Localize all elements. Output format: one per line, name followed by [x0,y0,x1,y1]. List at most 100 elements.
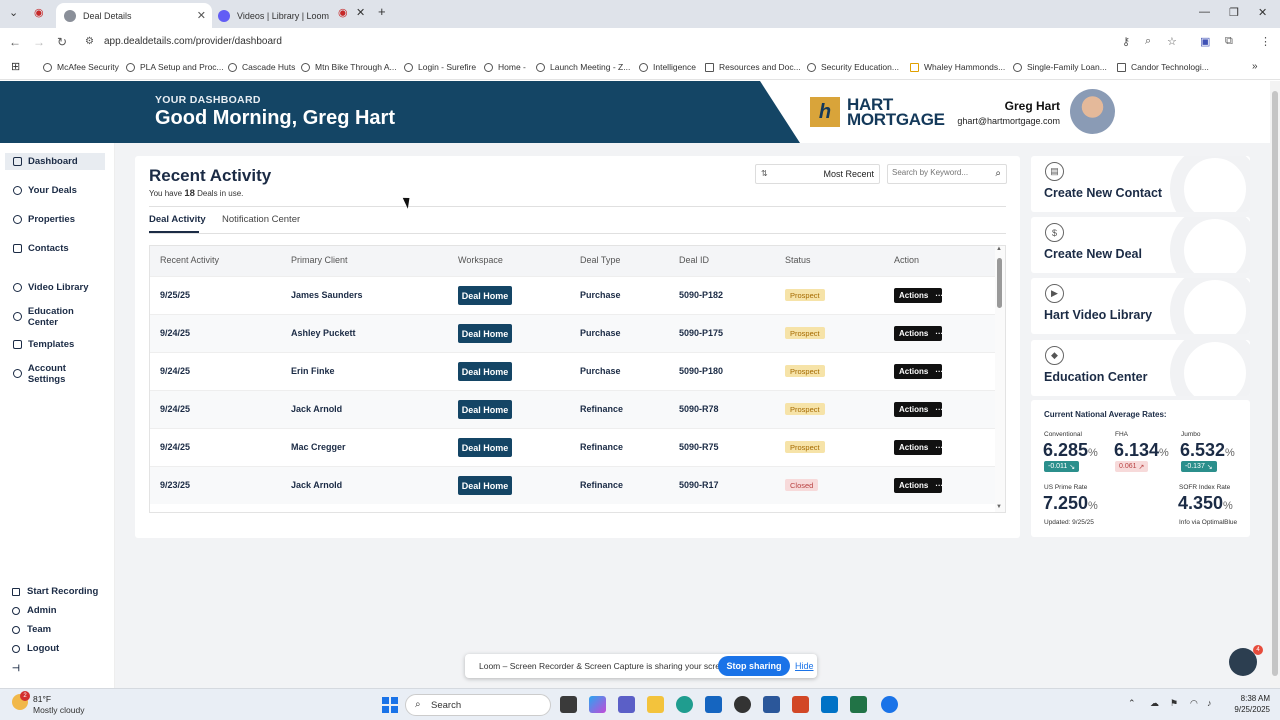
sidebar-item-account-settings[interactable]: Account Settings [5,363,105,385]
sidebar-item-education-center[interactable]: Education Center [5,306,105,328]
search-input[interactable] [892,168,984,177]
bookmark-item[interactable]: Security Education... [807,62,899,72]
deal-home-button[interactable]: Deal Home [458,438,512,457]
deal-home-button[interactable]: Deal Home [458,324,512,343]
taskbar-search[interactable]: ⌕ Search [405,694,551,716]
avatar[interactable] [1070,89,1115,134]
task-view-icon[interactable] [560,696,577,713]
deal-home-button[interactable]: Deal Home [458,476,512,495]
actions-button[interactable]: Actions ··· [894,288,943,303]
sidebar-item-properties[interactable]: Properties [5,211,105,228]
wifi-icon[interactable]: ◠ [1190,698,1198,709]
scroll-up-icon[interactable]: ▲ [996,246,1002,252]
team-link[interactable]: Team [12,624,51,635]
maximize-icon[interactable]: ❐ [1229,6,1239,19]
loom-extension-icon[interactable]: ▣ [1200,35,1210,48]
actions-button[interactable]: Actions ··· [894,326,943,341]
new-tab-icon[interactable]: + [378,4,386,19]
sidebar-item-contacts[interactable]: Contacts [5,240,105,257]
table-row[interactable]: 9/25/25 James Saunders Purchase 5090-P182 De… [150,276,995,314]
bookmark-item[interactable]: Home - [484,62,526,72]
dell-icon[interactable] [734,696,751,713]
close-tab-icon[interactable]: ✕ [356,6,365,19]
back-icon[interactable]: ← [9,35,21,49]
deal-home-button[interactable]: Deal Home [458,362,512,381]
table-scrollbar[interactable]: ▲ ▼ [995,246,1005,512]
start-recording-button[interactable]: Start Recording [12,586,98,597]
volume-icon[interactable]: ♪ [1207,698,1212,708]
site-info-icon[interactable]: ⚙ [85,36,94,47]
scroll-thumb[interactable] [1272,91,1278,676]
bookmark-item[interactable]: Cascade Huts [228,62,295,72]
search-icon[interactable]: ⌕ [995,168,1001,179]
video-library-card[interactable]: ▶ Hart Video Library [1031,278,1250,334]
scroll-thumb[interactable] [997,258,1002,308]
password-key-icon[interactable]: ⚷ [1122,35,1130,48]
tab-deal-details[interactable]: Deal Details ✕ [56,3,212,28]
collapse-sidebar-icon[interactable]: ⊣ [12,663,20,674]
windows-start-icon[interactable] [382,697,398,713]
table-row[interactable]: 9/24/25 Erin Finke Purchase 5090-P180 Deal H… [150,352,995,390]
tab-deal-activity[interactable]: Deal Activity [149,214,206,225]
clock-time[interactable]: 8:38 AM [1225,694,1270,703]
sidebar-item-your-deals[interactable]: Your Deals [5,182,105,199]
stop-sharing-button[interactable]: Stop sharing [718,656,790,676]
bookmark-item[interactable]: Intelligence [639,62,696,72]
tray-app-icon[interactable]: ⚑ [1170,698,1178,709]
copilot-icon[interactable] [589,696,606,713]
bookmark-item[interactable]: Resources and Doc... [705,62,801,72]
word-icon[interactable] [763,696,780,713]
bookmark-item[interactable]: McAfee Security [43,62,119,72]
clock-date[interactable]: 9/25/2025 [1215,705,1270,714]
tray-app-icon[interactable]: ☁ [1150,698,1159,709]
excel-icon[interactable] [850,696,867,713]
sidebar-item-templates[interactable]: Templates [5,336,105,353]
bookmark-item[interactable]: Mtn Bike Through A... [301,62,397,72]
bookmark-item[interactable]: Candor Technologi... [1117,62,1209,72]
deal-home-button[interactable]: Deal Home [458,286,512,305]
table-row[interactable]: 9/24/25 Jack Arnold Refinance 5090-R78 Deal … [150,390,995,428]
recording-tab-icon[interactable]: ◉ [338,6,348,19]
recording-icon[interactable]: ◉ [34,6,44,19]
page-scrollbar[interactable] [1270,81,1280,688]
admin-link[interactable]: Admin [12,605,57,616]
store-icon[interactable] [705,696,722,713]
bookmark-item[interactable]: Single-Family Loan... [1013,62,1107,72]
table-row[interactable]: 9/24/25 Mac Cregger Refinance 5090-R75 Deal … [150,428,995,466]
zoom-icon[interactable]: ⌕ [1145,35,1151,48]
teams-icon[interactable] [618,696,635,713]
bookmark-item[interactable]: Whaley Hammonds... [910,62,1005,72]
extensions-icon[interactable]: ⧉ [1225,35,1233,48]
bookmark-item[interactable]: Launch Meeting - Z... [536,62,630,72]
actions-button[interactable]: Actions ··· [894,402,943,417]
forward-icon[interactable]: → [33,35,45,49]
actions-button[interactable]: Actions ··· [894,440,943,455]
more-bookmarks-icon[interactable]: » [1252,61,1258,72]
close-window-icon[interactable]: ✕ [1258,6,1267,19]
tab-list-icon[interactable]: ⌄ [9,6,18,19]
actions-button[interactable]: Actions ··· [894,478,943,493]
edge-icon[interactable] [676,696,693,713]
file-explorer-icon[interactable] [647,696,664,713]
logout-link[interactable]: Logout [12,643,59,654]
apps-icon[interactable]: ⊞ [11,60,20,73]
chrome-icon[interactable] [881,696,898,713]
deal-home-button[interactable]: Deal Home [458,400,512,419]
outlook-icon[interactable] [821,696,838,713]
menu-icon[interactable]: ⋮ [1260,35,1271,48]
sidebar-item-dashboard[interactable]: Dashboard [5,153,105,170]
hide-banner-link[interactable]: Hide [795,661,814,671]
search-box[interactable]: ⌕ [887,164,1007,184]
url-field[interactable]: app.dealdetails.com/provider/dashboard [104,36,282,47]
sort-select[interactable]: ⇅ Most Recent [755,164,880,184]
create-contact-card[interactable]: ▤ Create New Contact [1031,156,1250,212]
minimize-icon[interactable]: — [1199,6,1210,18]
tab-notification-center[interactable]: Notification Center [222,214,300,225]
tray-overflow-icon[interactable]: ⌃ [1128,698,1136,709]
table-row[interactable]: 9/23/25 Jack Arnold Refinance 5090-R17 Deal … [150,466,995,504]
scroll-down-icon[interactable]: ▼ [996,504,1002,510]
bookmark-star-icon[interactable]: ☆ [1167,35,1177,48]
bookmark-item[interactable]: Login - Surefire [404,62,476,72]
bookmark-item[interactable]: PLA Setup and Proc... [126,62,224,72]
table-row[interactable]: 9/24/25 Ashley Puckett Purchase 5090-P175 De… [150,314,995,352]
